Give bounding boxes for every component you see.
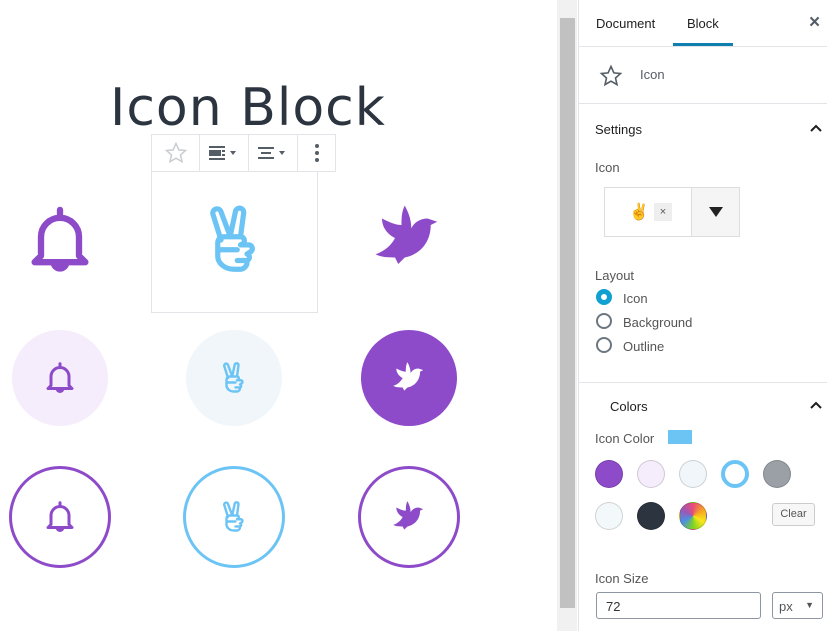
colors-panel-title[interactable]: Colors	[610, 399, 648, 414]
dove-icon	[369, 199, 447, 277]
settings-sidebar: Document Block × Icon Settings Icon ✌ × …	[578, 0, 827, 631]
custom-color-picker[interactable]	[679, 502, 707, 530]
tab-block[interactable]: Block	[687, 16, 719, 31]
layout-label: Layout	[595, 268, 635, 283]
remove-icon-button[interactable]: ×	[654, 203, 672, 221]
align-left-media-icon	[209, 146, 236, 160]
icon-color-label: Icon Color	[595, 431, 655, 446]
chevron-up-icon[interactable]	[809, 400, 823, 410]
icon-label: Icon	[595, 160, 620, 175]
peace-hand-icon	[216, 499, 252, 535]
color-swatch-gray[interactable]	[763, 460, 791, 488]
layout-radio-outline[interactable]	[596, 337, 612, 353]
layout-option-label: Outline	[623, 339, 665, 354]
caret-down-icon	[708, 207, 723, 217]
bell-icon	[22, 202, 98, 278]
block-toolbar	[151, 134, 336, 172]
icon-picker[interactable]: ✌ ×	[604, 187, 740, 237]
icon-picker-toggle[interactable]	[691, 188, 739, 236]
color-swatch-light-blue[interactable]	[679, 460, 707, 488]
icon-block-dove[interactable]	[368, 198, 448, 278]
layout-option-label: Icon	[623, 291, 648, 306]
block-name: Icon	[640, 67, 665, 82]
scrollbar-thumb[interactable]	[560, 18, 575, 608]
color-swatch-white[interactable]	[595, 502, 623, 530]
dove-icon	[390, 498, 428, 536]
icon-block-peace-hand[interactable]	[194, 200, 274, 280]
icon-block-dove-background[interactable]	[361, 330, 457, 426]
icon-size-input[interactable]: 72	[596, 592, 761, 619]
align-center-icon	[258, 147, 285, 159]
color-swatch-dark[interactable]	[637, 502, 665, 530]
icon-block-bell-outline[interactable]	[9, 466, 111, 568]
tab-document[interactable]: Document	[596, 16, 655, 31]
layout-option-label: Background	[623, 315, 693, 330]
star-icon	[164, 141, 187, 164]
peace-hand-icon	[216, 360, 252, 396]
color-swatch-light-purple[interactable]	[637, 460, 665, 488]
bell-icon	[42, 499, 78, 535]
layout-dropdown-button[interactable]	[200, 135, 249, 171]
star-icon	[599, 64, 623, 87]
page-title[interactable]: Icon Block	[110, 78, 386, 138]
bell-icon	[42, 360, 78, 396]
close-sidebar-button[interactable]: ×	[809, 12, 820, 34]
size-unit-value: px	[779, 599, 793, 614]
color-swatch-blue-selected[interactable]	[721, 460, 749, 488]
icon-block-peace-background[interactable]	[186, 330, 282, 426]
change-icon-button[interactable]	[152, 135, 200, 171]
icon-block-bell[interactable]	[20, 200, 100, 280]
chevron-up-icon[interactable]	[809, 123, 823, 133]
settings-panel-title[interactable]: Settings	[595, 122, 642, 137]
color-swatch-purple[interactable]	[595, 460, 623, 488]
selected-icon: ✌	[629, 204, 649, 221]
align-dropdown-button[interactable]	[249, 135, 298, 171]
icon-size-label: Icon Size	[595, 571, 649, 586]
icon-block-dove-outline[interactable]	[358, 466, 460, 568]
current-color-indicator	[668, 430, 692, 444]
more-vertical-icon	[314, 144, 319, 162]
layout-radio-background[interactable]	[596, 313, 612, 329]
clear-color-button[interactable]: Clear	[772, 503, 815, 526]
peace-hand-icon	[195, 201, 273, 279]
caret-down-icon: ▼	[805, 600, 814, 610]
icon-block-peace-outline[interactable]	[183, 466, 285, 568]
dove-icon	[390, 359, 428, 397]
icon-block-bell-background[interactable]	[12, 330, 108, 426]
layout-radio-icon[interactable]	[596, 289, 612, 305]
more-options-button[interactable]	[298, 135, 335, 171]
size-unit-select[interactable]: px ▼	[772, 592, 823, 619]
